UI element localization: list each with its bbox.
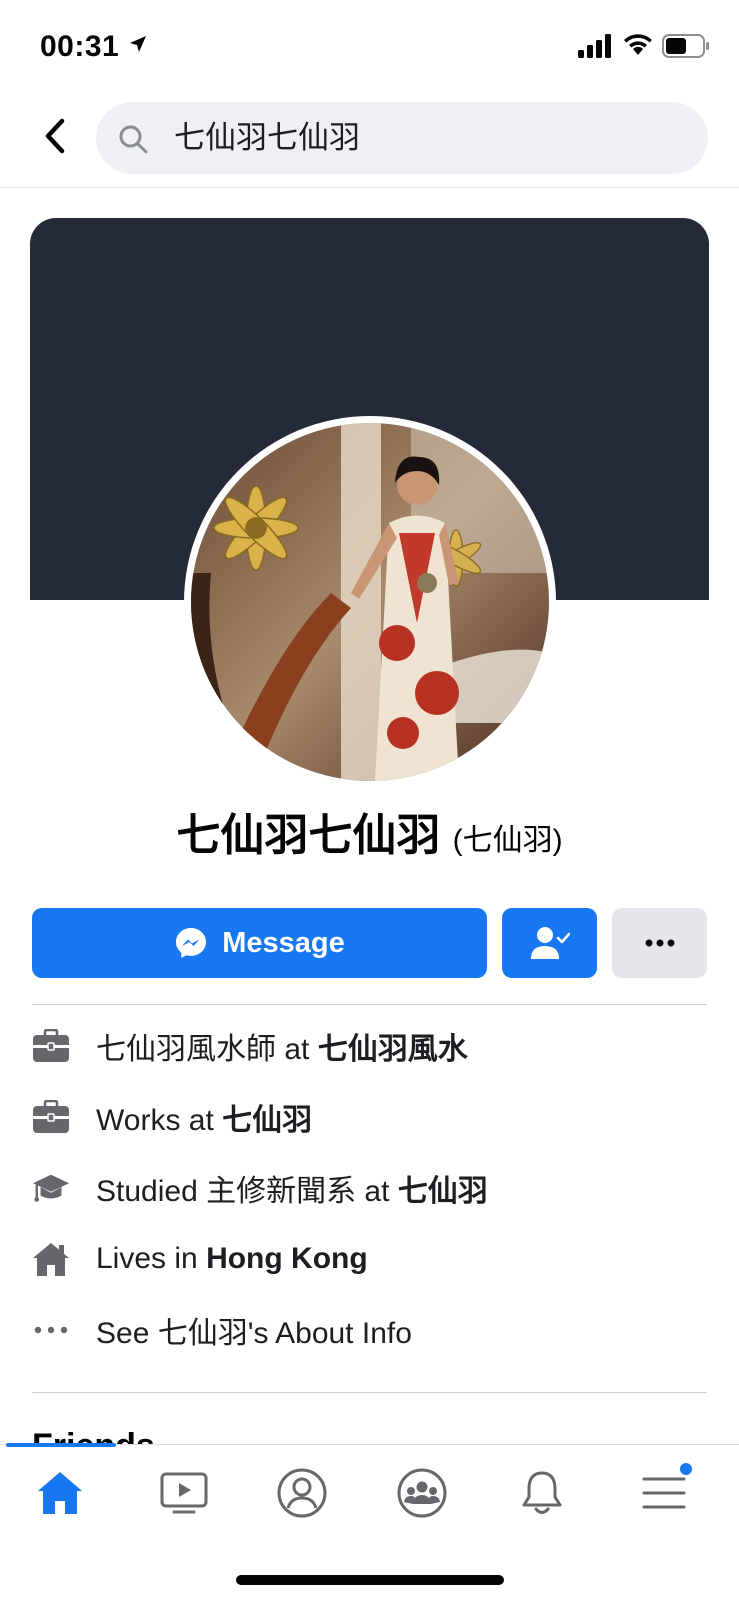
home-icon <box>38 1472 82 1514</box>
more-dots-icon <box>34 1326 68 1333</box>
nav-watch[interactable] <box>144 1463 224 1523</box>
message-button[interactable]: Message <box>32 908 487 978</box>
bell-icon <box>522 1471 562 1514</box>
nav-notifications[interactable] <box>502 1463 582 1523</box>
location-arrow-icon <box>130 36 146 52</box>
see-about-info-label: See 七仙羽's About Info <box>96 1316 412 1350</box>
info-item-location[interactable]: Lives in Hong Kong <box>32 1223 707 1294</box>
info-work-employer[interactable]: 七仙羽 <box>222 1104 312 1137</box>
info-item-work[interactable]: Works at 七仙羽 <box>32 1081 707 1152</box>
messenger-icon <box>176 928 207 958</box>
menu-icon <box>642 1477 686 1509</box>
person-check-icon <box>530 927 570 959</box>
more-dots-icon <box>645 939 674 947</box>
profile-icon <box>277 1468 327 1518</box>
battery-icon <box>662 34 709 58</box>
divider <box>32 1392 707 1393</box>
see-about-info-link[interactable]: See 七仙羽's About Info <box>32 1294 707 1365</box>
info-education-school[interactable]: 七仙羽 <box>398 1175 488 1208</box>
profile-page: 00:31 七仙羽七仙羽 七仙羽七仙羽 (七仙羽) Message 七仙羽風水師… <box>0 0 739 1600</box>
briefcase-icon <box>33 1028 69 1062</box>
info-work-prefix: Works at <box>96 1103 223 1137</box>
profile-name: 七仙羽七仙羽 (七仙羽) <box>0 808 739 869</box>
status-bar: 00:31 <box>0 0 739 92</box>
info-location-city[interactable]: Hong Kong <box>206 1242 368 1275</box>
info-education-prefix: Studied 主修新聞系 at <box>96 1174 398 1208</box>
search-input[interactable]: 七仙羽七仙羽 <box>96 102 708 174</box>
graduation-cap-icon <box>32 1174 70 1202</box>
search-query: 七仙羽七仙羽 <box>174 120 360 155</box>
nav-menu[interactable] <box>624 1461 704 1523</box>
profile-name-text: 七仙羽七仙羽 <box>176 811 441 860</box>
chevron-left-icon <box>45 118 65 154</box>
info-item-job[interactable]: 七仙羽風水師 at 七仙羽風水 <box>32 1010 707 1081</box>
house-icon <box>33 1242 69 1276</box>
search-header: 七仙羽七仙羽 <box>0 92 739 188</box>
nav-profile[interactable] <box>262 1463 342 1523</box>
profile-alt-name: (七仙羽) <box>452 824 563 857</box>
profile-photo <box>191 423 549 781</box>
info-location-prefix: Lives in <box>96 1241 207 1275</box>
home-indicator <box>236 1575 504 1585</box>
profile-avatar[interactable] <box>184 416 556 788</box>
cellular-signal-icon <box>578 34 611 58</box>
active-tab-indicator <box>6 1443 116 1447</box>
intro-info-list: 七仙羽風水師 at 七仙羽風水 Works at 七仙羽 Studied 主修新… <box>32 1010 707 1365</box>
wifi-icon <box>624 34 652 55</box>
nav-home[interactable] <box>20 1463 100 1523</box>
status-time: 00:31 <box>40 30 120 63</box>
divider <box>32 1004 707 1005</box>
nav-groups[interactable] <box>382 1463 462 1523</box>
groups-icon <box>397 1468 447 1518</box>
info-job-employer[interactable]: 七仙羽風水 <box>318 1033 468 1066</box>
back-button[interactable] <box>34 112 74 160</box>
briefcase-icon <box>33 1099 69 1133</box>
message-button-label: Message <box>222 926 345 959</box>
watch-video-icon <box>160 1472 208 1514</box>
info-item-education[interactable]: Studied 主修新聞系 at 七仙羽 <box>32 1152 707 1223</box>
menu-notification-dot <box>678 1461 694 1477</box>
friends-status-button[interactable] <box>502 908 597 978</box>
more-options-button[interactable] <box>612 908 707 978</box>
search-icon <box>119 125 148 154</box>
info-job-prefix: 七仙羽風水師 at <box>96 1032 318 1066</box>
